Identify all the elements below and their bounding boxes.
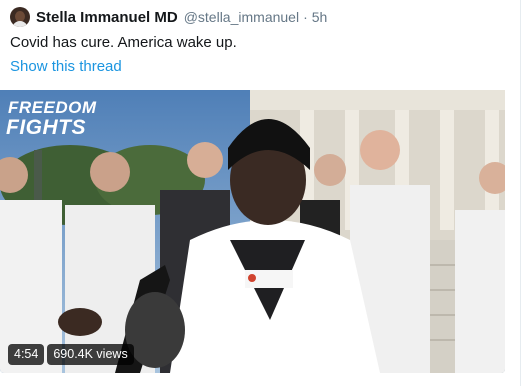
- tweet-text: Covid has cure. America wake up.: [10, 34, 237, 51]
- freedom-fights-watermark: FREEDOM FIGHTS: [6, 98, 97, 139]
- separator-dot: ·: [303, 9, 308, 25]
- tweet-timestamp[interactable]: 5h: [312, 9, 328, 25]
- tweet-header: Stella Immanuel MD @stella_immanuel · 5h: [10, 6, 327, 28]
- video-duration: 4:54: [8, 344, 45, 365]
- video-player[interactable]: FREEDOM FIGHTS 4:54 690.4K views: [0, 90, 505, 373]
- author-name[interactable]: Stella Immanuel MD: [36, 9, 178, 26]
- author-handle[interactable]: @stella_immanuel: [184, 9, 299, 25]
- show-thread-link[interactable]: Show this thread: [10, 58, 122, 75]
- watermark-line-1: FREEDOM: [8, 98, 97, 117]
- video-view-count: 690.4K views: [47, 344, 134, 365]
- video-badges: 4:54 690.4K views: [8, 344, 134, 365]
- watermark-line-2: FIGHTS: [6, 116, 86, 139]
- author-avatar[interactable]: [10, 7, 30, 27]
- tweet-card[interactable]: Stella Immanuel MD @stella_immanuel · 5h…: [0, 0, 521, 386]
